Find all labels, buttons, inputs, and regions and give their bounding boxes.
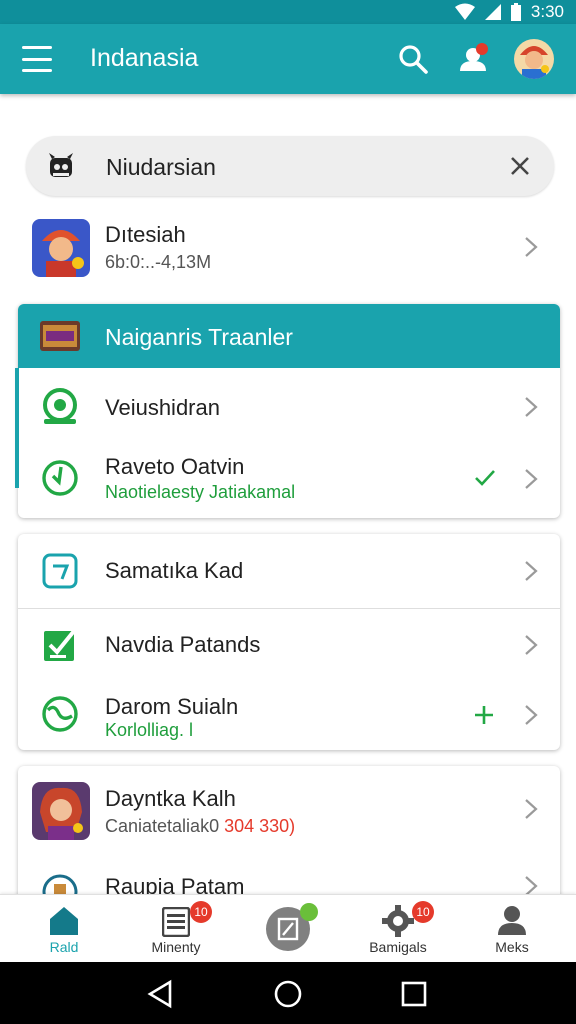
nav-label: Bamigals	[369, 939, 427, 955]
item-title: Samatıka Kad	[105, 558, 244, 583]
item-title: Veiushidran	[105, 395, 220, 420]
user-notification-icon[interactable]	[456, 41, 492, 77]
calendar-icon	[42, 553, 78, 589]
close-icon[interactable]	[506, 152, 534, 180]
app-bar: Indanasia	[0, 24, 576, 94]
status-time: 3:30	[530, 2, 564, 21]
subtitle-highlight: 304 330)	[219, 816, 296, 836]
clipboard-icon	[277, 917, 299, 941]
avatar-image	[514, 39, 554, 79]
chevron-right-icon	[525, 469, 538, 489]
character-avatar-icon	[32, 782, 90, 840]
item-title: Raveto Oatvin	[105, 454, 245, 479]
search-bar[interactable]: Niudarsian	[26, 136, 554, 196]
status-icons: 3:30	[454, 2, 564, 22]
nav-minenty[interactable]: 10 Minenty	[126, 895, 226, 963]
chevron-right-icon	[525, 237, 538, 257]
group-header: Naiganris Traanler	[18, 304, 560, 368]
group-header-title: Naiganris Traanler	[105, 324, 293, 350]
nav-bamigals[interactable]: 10 Bamigals	[348, 895, 448, 963]
list-item[interactable]: Dıtesiah 6b:0:..-4,13M	[18, 210, 560, 290]
settings-group-card: Samatıka Kad Navdia Patands Darom Suialn…	[18, 534, 560, 750]
battery-icon	[510, 3, 521, 21]
nav-meks[interactable]: Meks	[462, 895, 562, 963]
menu-item-veiushidran[interactable]: Veiushidran	[18, 372, 560, 442]
divider	[18, 608, 560, 609]
notification-badge: 10	[190, 901, 212, 923]
item-title: Dıtesiah	[105, 222, 186, 247]
menu-item-raveto[interactable]: Raveto Oatvin Naotielaesty Jatiakamal	[18, 444, 560, 518]
menu-item-darom[interactable]: Darom Suialn Korlolliag. l	[18, 680, 560, 750]
bottom-navigation: Rald 10 Minenty 10 Bamigals Meks	[0, 894, 576, 962]
app-title: Indanasia	[90, 44, 199, 72]
status-dot	[300, 903, 318, 921]
recents-icon[interactable]	[398, 978, 430, 1010]
camera-target-icon	[43, 388, 77, 424]
chevron-right-icon	[525, 635, 538, 655]
nav-label: Rald	[49, 939, 79, 955]
chevron-right-icon	[525, 705, 538, 725]
menu-item-navdia[interactable]: Navdia Patands	[18, 610, 560, 680]
notification-badge: 10	[412, 901, 434, 923]
person-icon	[498, 906, 526, 935]
home-circle-icon[interactable]	[272, 978, 304, 1010]
game-logo-icon	[40, 321, 80, 351]
chevron-right-icon	[525, 561, 538, 581]
add-icon[interactable]	[474, 705, 494, 725]
checklist-icon	[44, 629, 76, 661]
search-input[interactable]: Niudarsian	[106, 154, 216, 181]
menu-icon-line	[22, 69, 52, 72]
nav-label: Minenty	[151, 939, 201, 955]
robot-icon	[49, 153, 73, 177]
item-subtitle: 6b:0:..-4,13M	[105, 252, 212, 272]
list-icon	[162, 907, 190, 937]
nav-home[interactable]: Rald	[14, 895, 114, 963]
item-title: Navdia Patands	[105, 632, 261, 657]
profile-avatar[interactable]	[514, 39, 554, 79]
nav-label: Meks	[495, 939, 529, 955]
check-icon	[475, 470, 495, 486]
signal-icon	[484, 4, 501, 20]
item-title: Darom Suialn	[105, 694, 239, 719]
item-subtitle: Caniatetaliak0 304 330)	[105, 816, 295, 837]
back-icon[interactable]	[144, 978, 176, 1010]
item-subtitle: Naotielaesty Jatiakamal	[105, 482, 296, 502]
search-icon[interactable]	[396, 42, 430, 76]
item-subtitle: Korlolliag. l	[105, 720, 194, 740]
game-thumbnail-icon	[32, 219, 90, 277]
subtitle-text: Caniatetaliak0	[105, 816, 220, 836]
chevron-right-icon	[525, 397, 538, 417]
home-icon	[50, 907, 78, 935]
item-title: Dayntka Kalh	[105, 786, 236, 811]
wifi-icon	[454, 3, 475, 20]
chevron-right-icon	[525, 799, 538, 819]
status-bar: 3:30	[0, 0, 576, 24]
menu-icon-line	[22, 46, 52, 49]
system-navigation-bar	[0, 962, 576, 1024]
settings-group-card: Naiganris Traanler Veiushidran Raveto Oa…	[15, 304, 560, 518]
menu-button[interactable]	[22, 46, 52, 72]
clock-download-icon	[42, 460, 78, 496]
nav-center-action[interactable]	[238, 895, 338, 963]
menu-item-dayntka[interactable]: Dayntka Kalh Caniatetaliak0 304 330)	[18, 766, 560, 856]
menu-item-samatika[interactable]: Samatıka Kad	[18, 534, 560, 608]
globe-icon	[42, 696, 78, 732]
menu-icon-line	[22, 57, 52, 61]
gear-icon	[382, 905, 414, 937]
